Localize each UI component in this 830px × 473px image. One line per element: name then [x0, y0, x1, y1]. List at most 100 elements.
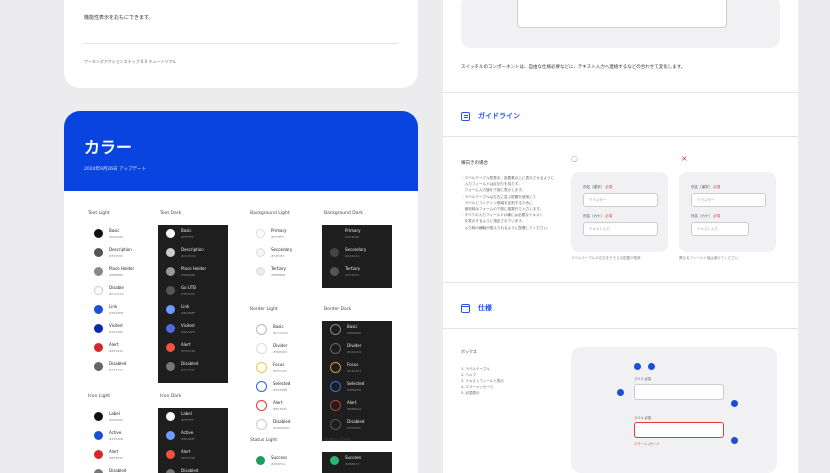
color-dot-icon — [166, 469, 175, 473]
color-swatch: Primary #FFFFFF — [256, 228, 286, 239]
swatch-name: Description — [181, 247, 204, 252]
kana-input[interactable]: テキスト入力 — [691, 222, 749, 236]
swatch-text: Alert #E53935 — [109, 342, 123, 353]
color-dot-icon — [330, 248, 339, 257]
color-dot-icon — [94, 286, 103, 295]
swatch-text: Secondary #2A2A2A — [345, 247, 366, 258]
swatch-name: Active — [181, 430, 194, 435]
swatch-text: Link #6D9BFF — [181, 304, 195, 315]
spec-title: 仕様 — [478, 304, 492, 312]
swatch-text: Go UTB #555555 — [181, 285, 196, 296]
color-swatch: Basic #FFFFFF — [166, 228, 194, 239]
swatch-text: Primary #1E1E1E — [345, 228, 360, 239]
swatch-name: Disabled — [181, 361, 199, 366]
color-dot-icon — [94, 431, 103, 440]
swatch-name: Disabled — [109, 468, 127, 473]
color-dot-icon — [256, 229, 265, 238]
swatch-hex: #C9A227 — [347, 369, 362, 373]
kana-input[interactable]: テキスト入力 — [583, 222, 658, 236]
color-swatch: Secondary #2A2A2A — [330, 247, 366, 258]
spec-label-required: ラベル 必須 — [634, 416, 651, 420]
swatch-name: Success — [345, 455, 362, 460]
color-swatch: Alert #E53935 — [94, 342, 123, 353]
swatch-hex: #444444 — [347, 350, 361, 354]
good-caption: ラベルテーブルの左右をそろえる配置が推奨 — [571, 256, 641, 260]
marker-dot — [648, 363, 655, 370]
swatch-name: Place Holder — [109, 266, 135, 271]
border-swatch-icon — [330, 362, 341, 373]
color-dot-icon — [94, 267, 103, 276]
body-line: 入力時の横軸が揃えられるように配置してください。 — [461, 225, 551, 230]
swatch-text: Basic #666666 — [347, 324, 361, 335]
guideline-card: スイッチルのコンポーネントは、自由な仕様必要などに、テキスト入力へ連絡するなどの… — [443, 0, 798, 473]
swatch-text: Active #2563EB — [109, 430, 123, 441]
swatch-hex: #E53935 — [109, 349, 123, 353]
swatch-hex: #555555 — [347, 426, 361, 430]
document-icon — [461, 111, 470, 121]
color-dot-icon — [330, 267, 339, 276]
name-input[interactable]: クラスター — [691, 193, 766, 207]
guideline-label: 横向きの場合 — [461, 161, 488, 166]
swatch-name: Alert — [273, 400, 283, 405]
swatch-text: Active #6D9BFF — [181, 430, 195, 441]
color-swatch: Basic #CCCCCC — [256, 324, 288, 335]
color-swatch: Visited #1E3A8A — [94, 323, 123, 334]
swatch-text: Tertiary #333333 — [345, 266, 360, 277]
swatch-text: Basic #000000 — [109, 228, 123, 239]
color-group-title: Text Light — [88, 211, 110, 216]
color-swatch: Success #1E9E5A — [256, 455, 287, 466]
swatch-name: Basic — [273, 324, 284, 329]
bad-example: 氏名（漢字） 必須 クラスター 氏名（カナ） 必須 テキスト入力 — [679, 172, 776, 252]
swatch-hex: #DDDDDD — [273, 426, 290, 430]
color-swatch: Description #CCCCCC — [166, 247, 204, 258]
swatch-name: Tertiary — [271, 266, 287, 271]
spec-error-input[interactable] — [634, 422, 724, 438]
color-swatch: Visited #8AA6F0 — [166, 323, 195, 334]
color-swatch: Divider #E0E0E0 — [256, 343, 287, 354]
swatch-name: Disabled — [273, 419, 291, 424]
swatch-name: Alert — [109, 449, 119, 454]
swatch-name: Basic — [109, 228, 120, 233]
color-dot-icon — [94, 229, 103, 238]
swatch-hex: #000000 — [109, 235, 123, 239]
color-group-title: Background Light — [250, 211, 290, 216]
color-dot-icon — [256, 248, 265, 257]
bad-caption: 異なるフィールド幅は避けてください — [679, 256, 739, 260]
swatch-text: Disabled #DDDDDD — [273, 419, 290, 430]
swatch-name: Divider — [347, 343, 362, 348]
color-swatch: Alert #E53935 — [94, 449, 123, 460]
marker-dot — [617, 389, 624, 396]
page-title: カラー — [84, 138, 133, 157]
color-dot-icon — [94, 248, 103, 257]
swatch-text: Primary #FFFFFF — [271, 228, 286, 239]
swatch-hex: #3B6FE0 — [347, 388, 361, 392]
swatch-name: Focus — [347, 362, 359, 367]
color-group-title: Status Light — [250, 438, 277, 443]
color-swatch: Link #2563EB — [94, 304, 123, 315]
name-input[interactable]: クラスター — [583, 193, 658, 207]
border-swatch-icon — [256, 400, 267, 411]
swatch-hex: #1E9E5A — [271, 462, 286, 466]
color-group-title: Border Light — [250, 307, 278, 312]
color-dot-icon — [166, 286, 175, 295]
color-swatch: Disabled #777777 — [94, 361, 126, 372]
color-swatch: Secondary #F4F4F4 — [256, 247, 292, 258]
border-swatch-icon — [330, 343, 341, 354]
divider — [443, 328, 798, 329]
field-label: 氏名（カナ） 必須 — [691, 214, 721, 218]
intro-text: 機能性表示をおもにできます。 — [84, 15, 154, 21]
guideline-title: ガイドライン — [478, 112, 520, 120]
color-swatch: Alert #F0523D — [166, 449, 195, 460]
spec-label-required: ラベル 必須 — [634, 377, 651, 381]
spec-diagram: ラベル 必須 ラベル 必須 エラーメッセージ — [571, 347, 777, 473]
color-swatch: Basic #000000 — [94, 228, 123, 239]
spec-input[interactable] — [634, 384, 724, 400]
color-dot-icon — [330, 456, 339, 465]
swatch-name: Disabled — [109, 361, 127, 366]
color-swatch: Focus #C9A227 — [330, 362, 361, 373]
swatch-hex: #777777 — [181, 368, 195, 372]
color-swatch: Go UTB #555555 — [166, 285, 196, 296]
swatch-text: Alert #E53935 — [109, 449, 123, 460]
swatch-hex: #666666 — [347, 331, 361, 335]
swatch-hex: #8AA6F0 — [181, 330, 196, 334]
